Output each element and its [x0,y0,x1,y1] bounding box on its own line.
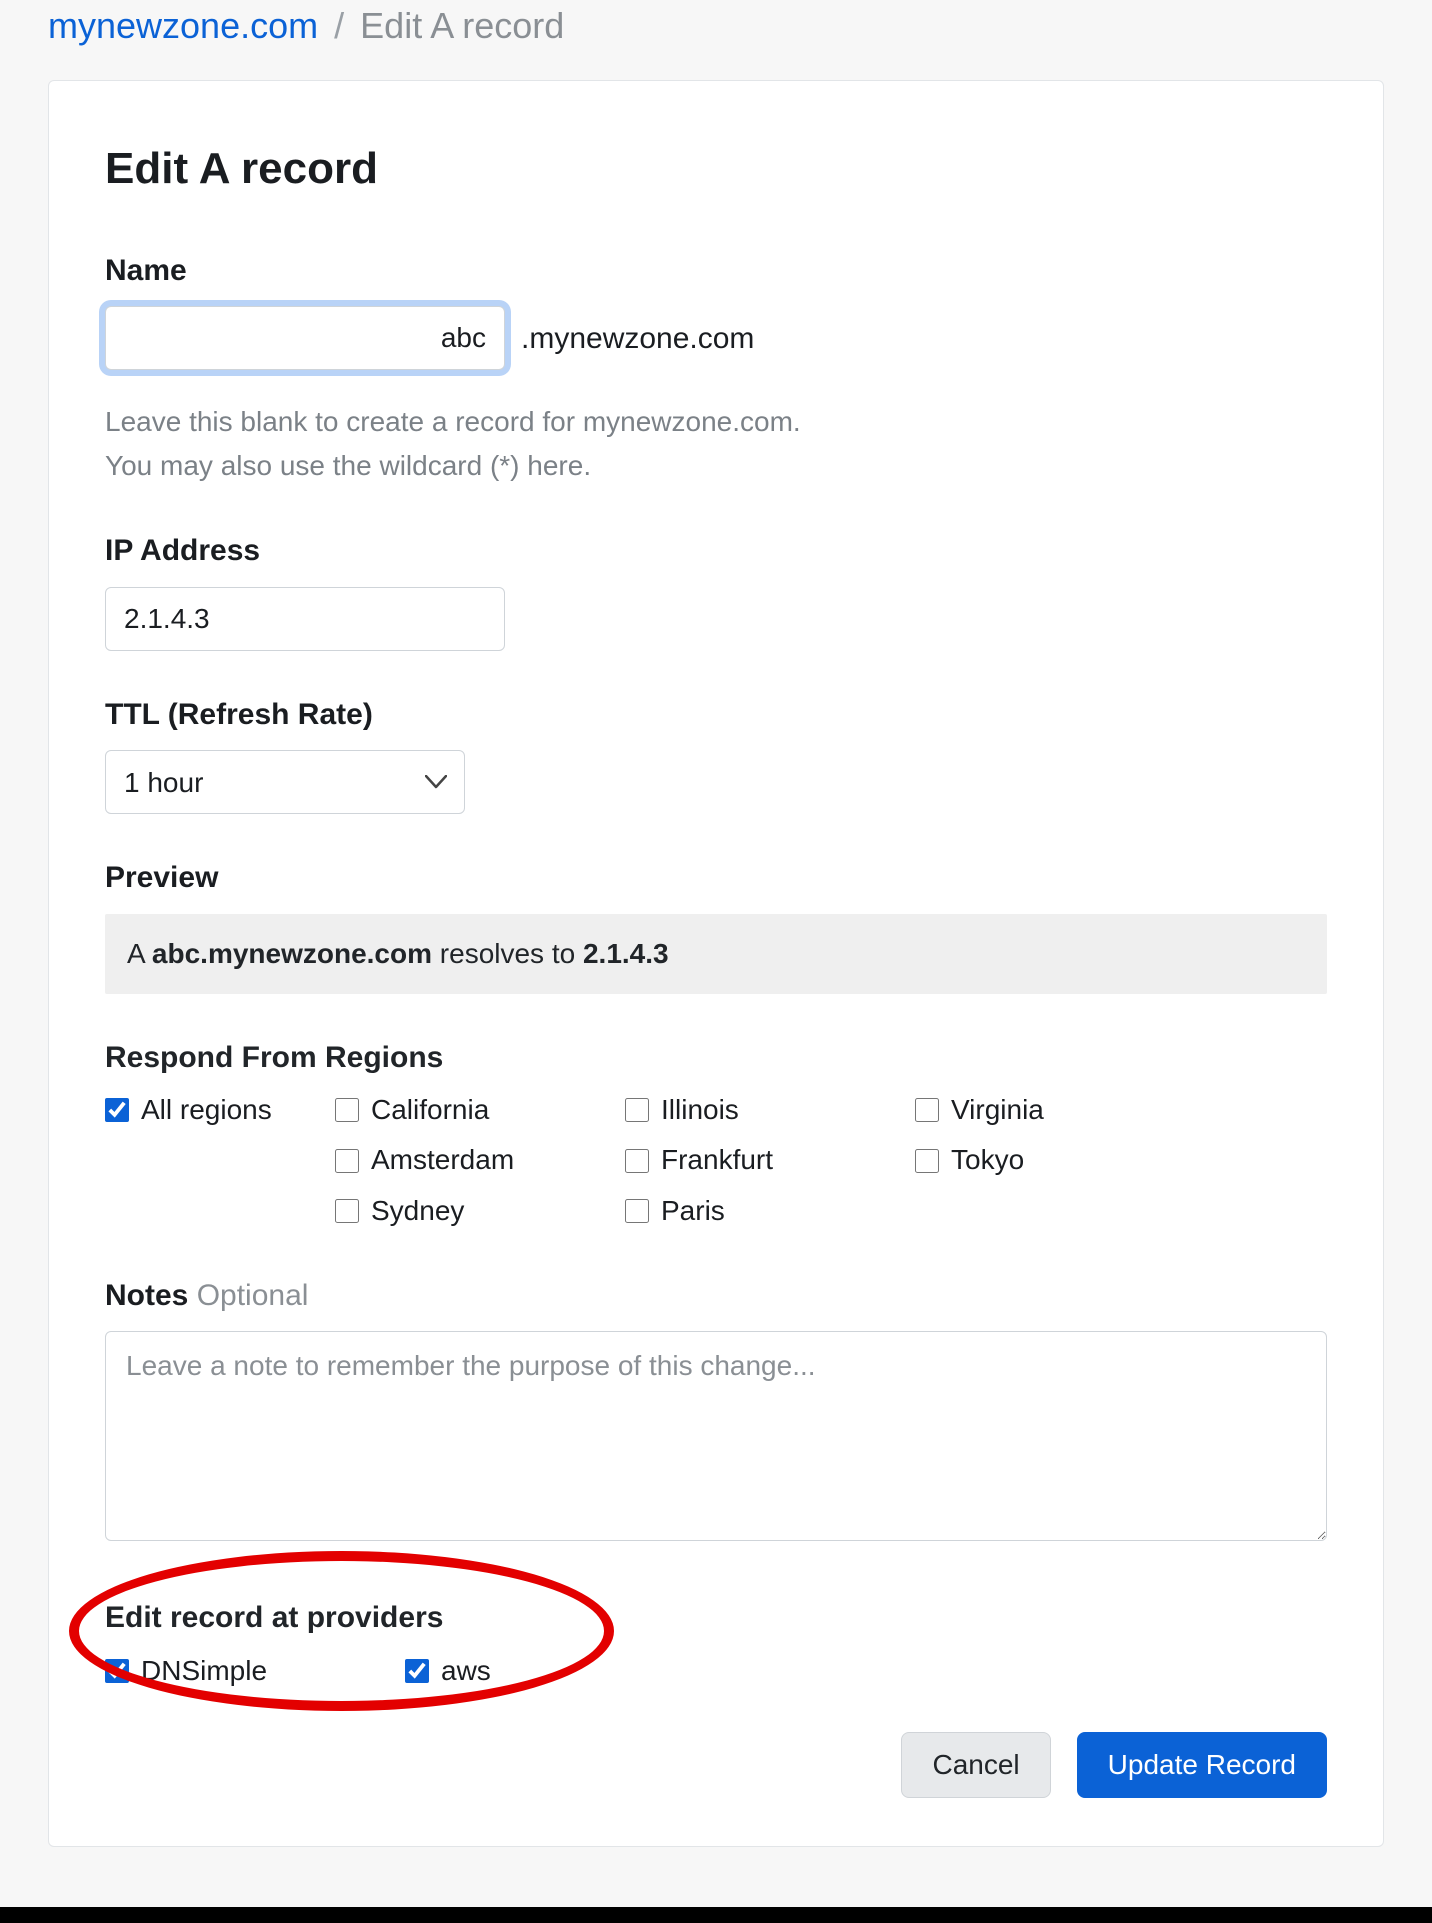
field-notes: Notes Optional [105,1274,1327,1554]
region-sydney[interactable]: Sydney [335,1191,625,1232]
region-all[interactable]: All regions [105,1090,335,1131]
ip-label: IP Address [105,529,1327,573]
update-record-button[interactable]: Update Record [1077,1732,1327,1798]
preview-target: 2.1.4.3 [583,938,669,969]
ip-input[interactable] [105,587,505,651]
region-paris-label: Paris [661,1191,725,1232]
preview-host: abc.mynewzone.com [152,938,432,969]
field-name: Name .mynewzone.com Leave this blank to … [105,249,1327,487]
field-providers: Edit record at providers DNSimple aws [105,1596,1327,1692]
notes-textarea[interactable] [105,1331,1327,1541]
provider-dnsimple-checkbox[interactable] [105,1659,129,1683]
region-virginia-checkbox[interactable] [915,1098,939,1122]
breadcrumb-domain-link[interactable]: mynewzone.com [48,5,318,46]
field-preview: Preview A abc.mynewzone.com resolves to … [105,856,1327,994]
notes-optional: Optional [197,1279,309,1312]
name-input[interactable] [105,306,505,370]
region-amsterdam-label: Amsterdam [371,1140,514,1181]
provider-aws-label: aws [441,1651,491,1692]
region-illinois[interactable]: Illinois [625,1090,915,1131]
name-label: Name [105,249,1327,293]
regions-grid: All regions California Illinois Virginia [105,1090,1327,1232]
breadcrumb-separator: / [334,5,344,46]
breadcrumb: mynewzone.com / Edit A record [48,0,1384,80]
preview-prefix: A [127,938,152,969]
region-california-checkbox[interactable] [335,1098,359,1122]
region-sydney-checkbox[interactable] [335,1199,359,1223]
providers-label: Edit record at providers [105,1596,1327,1640]
cancel-button[interactable]: Cancel [901,1732,1050,1798]
region-all-label: All regions [141,1090,272,1131]
provider-aws[interactable]: aws [405,1651,705,1692]
region-all-checkbox[interactable] [105,1098,129,1122]
region-sydney-label: Sydney [371,1191,464,1232]
regions-label: Respond From Regions [105,1036,1327,1080]
page-title: Edit A record [105,137,1327,201]
region-illinois-checkbox[interactable] [625,1098,649,1122]
provider-dnsimple[interactable]: DNSimple [105,1651,405,1692]
preview-mid: resolves to [432,938,583,969]
region-tokyo-label: Tokyo [951,1140,1024,1181]
region-virginia-label: Virginia [951,1090,1044,1131]
bottom-bar [0,1907,1432,1923]
name-hint: Leave this blank to create a record for … [105,400,1327,487]
breadcrumb-page: Edit A record [360,5,564,46]
provider-dnsimple-label: DNSimple [141,1651,267,1692]
field-regions: Respond From Regions All regions Califor… [105,1036,1327,1231]
region-california[interactable]: California [335,1090,625,1131]
name-domain-suffix: .mynewzone.com [521,317,754,361]
region-paris[interactable]: Paris [625,1191,915,1232]
region-california-label: California [371,1090,489,1131]
preview-box: A abc.mynewzone.com resolves to 2.1.4.3 [105,914,1327,995]
field-ip: IP Address [105,529,1327,651]
provider-aws-checkbox[interactable] [405,1659,429,1683]
region-illinois-label: Illinois [661,1090,739,1131]
preview-label: Preview [105,856,1327,900]
region-amsterdam-checkbox[interactable] [335,1149,359,1173]
region-tokyo[interactable]: Tokyo [915,1140,1175,1181]
region-tokyo-checkbox[interactable] [915,1149,939,1173]
notes-label: Notes [105,1279,188,1312]
name-hint-line1: Leave this blank to create a record for … [105,400,1327,443]
ttl-select[interactable]: 1 hour [105,750,465,814]
field-ttl: TTL (Refresh Rate) 1 hour [105,693,1327,815]
region-frankfurt-label: Frankfurt [661,1140,773,1181]
edit-record-card: Edit A record Name .mynewzone.com Leave … [48,80,1384,1847]
region-paris-checkbox[interactable] [625,1199,649,1223]
notes-label-wrap: Notes Optional [105,1274,1327,1318]
region-virginia[interactable]: Virginia [915,1090,1175,1131]
region-amsterdam[interactable]: Amsterdam [335,1140,625,1181]
actions-row: Cancel Update Record [105,1732,1327,1798]
region-frankfurt-checkbox[interactable] [625,1149,649,1173]
region-frankfurt[interactable]: Frankfurt [625,1140,915,1181]
name-hint-line2: You may also use the wildcard (*) here. [105,444,1327,487]
ttl-label: TTL (Refresh Rate) [105,693,1327,737]
